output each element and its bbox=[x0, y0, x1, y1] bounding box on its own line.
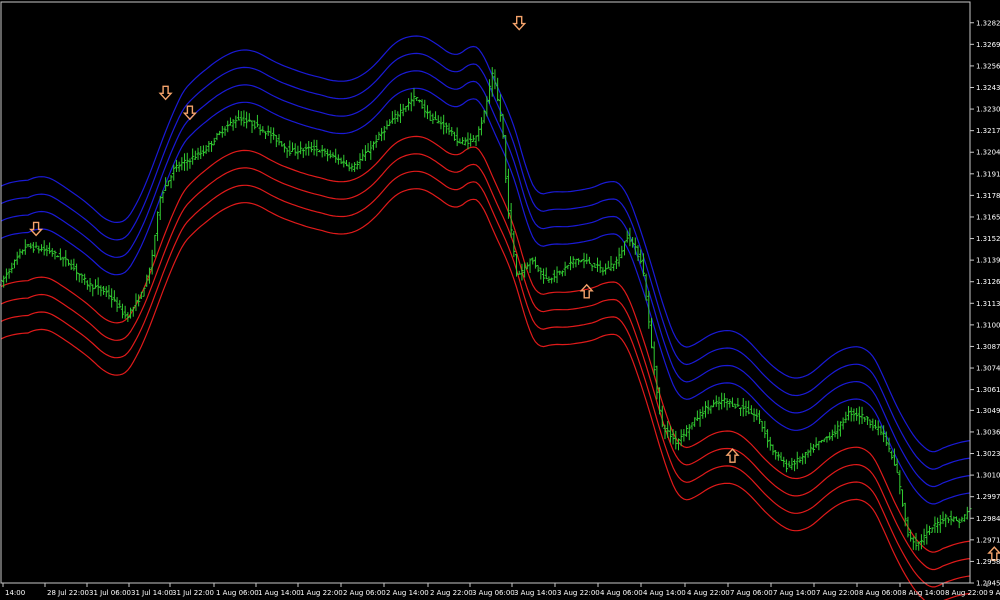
x-tick-label: 2 Aug 06:00 bbox=[343, 589, 386, 597]
y-tick-label: 1.31915 bbox=[976, 170, 1000, 178]
x-tick-label: 8 Aug 06:00 bbox=[859, 589, 902, 597]
x-tick-label: 2 Aug 14:00 bbox=[386, 589, 429, 597]
y-tick-label: 1.32825 bbox=[976, 19, 1000, 27]
x-tick-label: 31 Jul 14:00 bbox=[131, 589, 173, 597]
x-tick-label: 4 Aug 22:00 bbox=[687, 589, 730, 597]
y-tick-label: 1.29450 bbox=[976, 580, 1000, 588]
y-tick-label: 1.30100 bbox=[976, 472, 1000, 480]
x-tick-label: 14:00 bbox=[5, 589, 25, 597]
x-tick-label: 8 Aug 14:00 bbox=[902, 589, 945, 597]
price-chart: 1.32825 1.32695 1.32565 1.32435 1.32305 1.321… bbox=[0, 0, 1000, 600]
x-tick-label: 7 Aug 22:00 bbox=[816, 589, 859, 597]
y-tick-label: 1.31135 bbox=[976, 300, 1000, 308]
y-tick-label: 1.31005 bbox=[976, 321, 1000, 329]
x-tick-label: 3 Aug 14:00 bbox=[514, 589, 557, 597]
y-tick-label: 1.32565 bbox=[976, 62, 1000, 70]
y-tick-label: 1.30615 bbox=[976, 386, 1000, 394]
y-tick-label: 1.31525 bbox=[976, 235, 1000, 243]
x-tick-label: 31 Jul 06:00 bbox=[89, 589, 131, 597]
x-tick-label: 8 Aug 22:00 bbox=[945, 589, 988, 597]
y-tick-label: 1.30230 bbox=[976, 450, 1000, 458]
y-tick-label: 1.30360 bbox=[976, 428, 1000, 436]
x-tick-label: 31 Jul 22:00 bbox=[172, 589, 214, 597]
chart-background bbox=[0, 0, 1000, 600]
x-tick-label: 1 Aug 22:00 bbox=[300, 589, 343, 597]
x-tick-label: 1 Aug 06:00 bbox=[216, 589, 259, 597]
x-tick-label: 3 Aug 06:00 bbox=[472, 589, 515, 597]
y-tick-label: 1.32695 bbox=[976, 41, 1000, 49]
x-tick-label: 4 Aug 06:00 bbox=[600, 589, 643, 597]
y-tick-label: 1.29970 bbox=[976, 493, 1000, 501]
x-tick-label: 9 Aug 06:00 bbox=[989, 589, 1000, 597]
y-tick-label: 1.30490 bbox=[976, 407, 1000, 415]
y-tick-label: 1.30745 bbox=[976, 365, 1000, 373]
x-tick-label: 7 Aug 14:00 bbox=[773, 589, 816, 597]
y-tick-label: 1.32435 bbox=[976, 84, 1000, 92]
y-tick-label: 1.31265 bbox=[976, 278, 1000, 286]
x-tick-label: 1 Aug 14:00 bbox=[258, 589, 301, 597]
y-tick-label: 1.30875 bbox=[976, 343, 1000, 351]
y-tick-label: 1.29580 bbox=[976, 558, 1000, 566]
x-tick-label: 3 Aug 22:00 bbox=[557, 589, 600, 597]
y-tick-label: 1.29840 bbox=[976, 515, 1000, 523]
y-tick-label: 1.31395 bbox=[976, 257, 1000, 265]
x-tick-label: 28 Jul 22:00 bbox=[47, 589, 89, 597]
x-tick-label: 7 Aug 06:00 bbox=[730, 589, 773, 597]
y-tick-label: 1.32175 bbox=[976, 127, 1000, 135]
x-tick-label: 2 Aug 22:00 bbox=[430, 589, 473, 597]
y-tick-label: 1.31785 bbox=[976, 192, 1000, 200]
y-tick-label: 1.32305 bbox=[976, 106, 1000, 114]
x-tick-label: 4 Aug 14:00 bbox=[643, 589, 686, 597]
y-tick-label: 1.31655 bbox=[976, 213, 1000, 221]
y-tick-label: 1.29710 bbox=[976, 536, 1000, 544]
y-tick-label: 1.32045 bbox=[976, 149, 1000, 157]
